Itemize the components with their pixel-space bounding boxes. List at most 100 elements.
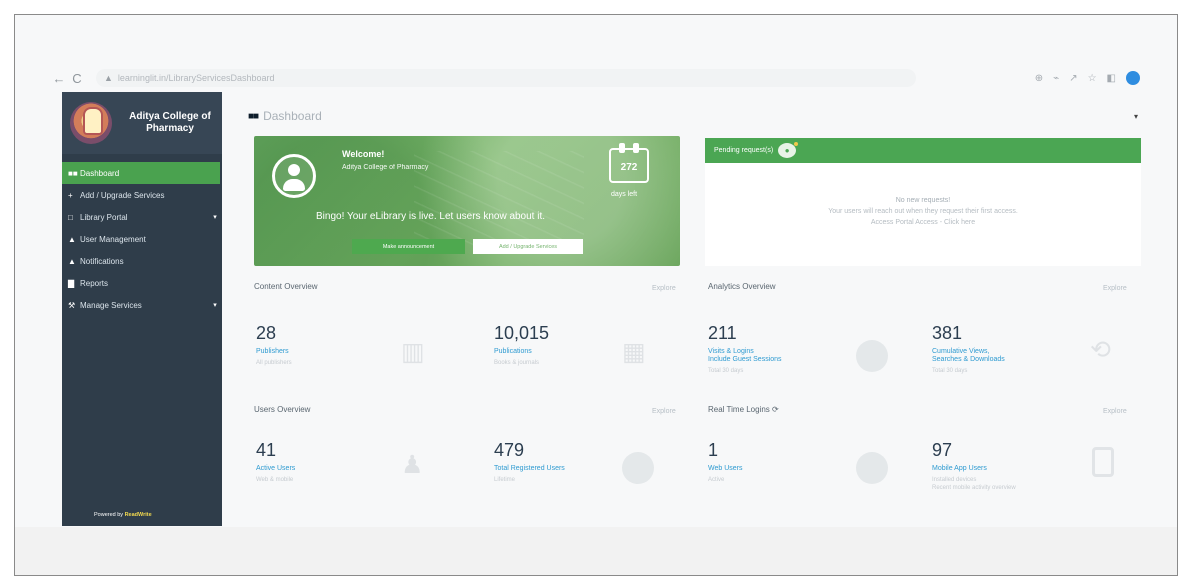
users-overview-explore-link[interactable]: Explore <box>652 408 676 415</box>
stat-value: 381 <box>932 323 963 343</box>
bell-icon: ▲ <box>68 256 76 266</box>
sidebar-item-label: Notifications <box>80 256 124 266</box>
wrench-icon: ⚒ <box>68 300 76 310</box>
pending-message: Your users will reach out when they requ… <box>828 208 1018 215</box>
extension-icon[interactable]: ⌁ <box>1053 73 1059 84</box>
browser-toolbar: ← C ▲ learninglit.in/LibraryServicesDash… <box>50 64 1140 92</box>
sidebar-item-manage-services[interactable]: ⚒ Manage Services ▾ <box>62 294 222 316</box>
location-icon[interactable]: ⊕ <box>1035 73 1043 84</box>
pending-footer-link[interactable]: Access Portal Access - Click here <box>705 217 1141 228</box>
analytics-icon <box>856 340 888 372</box>
live-message: Bingo! Your eLibrary is live. Let users … <box>316 211 546 222</box>
analytics-overview-explore-link[interactable]: Explore <box>1103 285 1127 292</box>
dashboard-content: ■■ Dashboard ▾ Welcome! Aditya College o… <box>248 92 1148 526</box>
pending-empty-state: No new requests! Your users will reach o… <box>705 163 1141 228</box>
sidebar-item-label: Library Portal <box>80 212 128 222</box>
web-globe-icon <box>856 452 888 484</box>
dashboard-icon: ■■ <box>248 110 259 122</box>
stat-label: Cumulative Views, <box>932 348 990 355</box>
registered-users-icon <box>622 452 654 484</box>
browser-actions: ⊕ ⌁ ↗ ☆ ◧ <box>1035 71 1140 85</box>
publisher-building-icon: ▥ <box>401 338 425 366</box>
stat-label-secondary: Searches & Downloads <box>932 356 1005 363</box>
refresh-icon[interactable]: ⟳ <box>772 405 779 414</box>
plus-icon: + <box>68 190 73 200</box>
sidebar-item-reports[interactable]: ▇ Reports <box>62 272 222 294</box>
sidebar-item-add-upgrade-services[interactable]: + Add / Upgrade Services <box>62 184 222 206</box>
college-name: Aditya College of Pharmacy <box>129 111 211 134</box>
stat-subtext-secondary: Recent mobile activity overview <box>932 485 1016 491</box>
real-time-logins-explore-link[interactable]: Explore <box>1103 408 1127 415</box>
pending-requests-title: Pending request(s) <box>714 147 774 154</box>
sidebar: Aditya College of Pharmacy ■■ Dashboard … <box>62 92 222 526</box>
powered-by-brand: ReadWrite <box>124 512 152 518</box>
books-icon: ▦ <box>622 338 646 366</box>
welcome-card: Welcome! Aditya College of Pharmacy 272 … <box>254 136 680 266</box>
share-icon[interactable]: ↗ <box>1069 73 1077 84</box>
days-remaining: 272 <box>620 162 638 173</box>
content-overview-explore-link[interactable]: Explore <box>652 285 676 292</box>
sidebar-item-notifications[interactable]: ▲ Notifications <box>62 250 222 272</box>
mobile-phone-icon <box>1092 447 1114 477</box>
college-logo <box>70 102 112 144</box>
download-icon: ⟲ <box>1090 336 1111 364</box>
sidebar-item-user-management[interactable]: ▲ User Management <box>62 228 222 250</box>
stat-subtext: Total 30 days <box>932 368 968 374</box>
panel-icon[interactable]: ◧ <box>1107 73 1116 84</box>
stat-label-secondary: Include Guest Sessions <box>708 356 782 363</box>
visits-logins-stat[interactable]: 211 Visits & Logins Include Guest Sessio… <box>708 324 878 384</box>
page-title-text: Dashboard <box>263 109 322 123</box>
request-count-icon: ● <box>778 142 799 158</box>
chevron-down-icon[interactable]: ▾ <box>208 301 222 309</box>
sidebar-item-label: Manage Services <box>80 300 142 310</box>
stat-subtext: Active <box>708 477 725 483</box>
stat-subtext: Installed devices <box>932 477 977 483</box>
chevron-down-icon[interactable]: ▾ <box>1134 112 1138 121</box>
monitor-icon: □ <box>68 212 73 222</box>
stat-value: 211 <box>708 323 737 343</box>
welcome-title: Welcome! <box>342 149 385 159</box>
dashboard-icon: ■■ <box>68 168 78 178</box>
users-overview-title: Users Overview <box>254 405 311 414</box>
lock-icon: ▲ <box>104 73 113 83</box>
user-avatar-icon <box>272 154 316 198</box>
calendar-icon: 272 <box>609 143 649 183</box>
chart-icon: ▇ <box>68 278 75 288</box>
stat-subtext: Total 30 days <box>708 368 744 374</box>
bottom-margin <box>15 527 1177 575</box>
content-overview-title: Content Overview <box>254 282 318 291</box>
back-arrow-icon[interactable]: ← <box>50 71 68 86</box>
star-icon[interactable]: ☆ <box>1088 73 1097 84</box>
real-time-logins-title: Real Time Logins ⟳ <box>708 405 779 414</box>
analytics-overview-title: Analytics Overview <box>708 282 776 291</box>
days-left-label: days left <box>611 191 638 198</box>
user-icon: ▲ <box>68 234 76 244</box>
stat-label: Visits & Logins <box>708 348 754 355</box>
no-requests-text: No new requests! <box>895 197 951 204</box>
profile-icon[interactable] <box>1126 71 1140 85</box>
sidebar-item-label: Add / Upgrade Services <box>80 190 165 200</box>
welcome-college: Aditya College of Pharmacy <box>342 164 429 171</box>
powered-by-label: Powered by <box>94 512 124 518</box>
address-bar[interactable]: ▲ learninglit.in/LibraryServicesDashboar… <box>96 69 916 87</box>
pending-requests-card: Pending request(s) ● No new requests! Yo… <box>705 138 1141 266</box>
reload-icon[interactable]: C <box>68 71 86 86</box>
real-time-logins-text: Real Time Logins <box>708 405 770 414</box>
pending-requests-header: Pending request(s) ● <box>705 138 1141 163</box>
stat-label: Web Users <box>708 465 743 472</box>
active-users-icon: ♟ <box>401 451 424 479</box>
sidebar-item-label: Reports <box>80 278 109 288</box>
page-title: ■■ Dashboard <box>248 109 322 123</box>
stat-value: 1 <box>708 440 719 460</box>
web-users-stat[interactable]: 1 Web Users Active <box>708 441 878 501</box>
add-upgrade-services-button[interactable]: Add / Upgrade Services <box>473 239 583 254</box>
sidebar-brand: Aditya College of Pharmacy <box>62 92 222 154</box>
url-text: learninglit.in/LibraryServicesDashboard <box>117 73 275 83</box>
make-announcement-button[interactable]: Make announcement <box>352 239 465 254</box>
photo-frame: ← C ▲ learninglit.in/LibraryServicesDash… <box>0 0 1192 585</box>
views-searches-downloads-stat[interactable]: 381 Cumulative Views, Searches & Downloa… <box>932 324 1102 384</box>
sidebar-item-dashboard[interactable]: ■■ Dashboard <box>62 162 220 184</box>
sidebar-item-label: Dashboard <box>80 168 120 178</box>
sidebar-item-library-portal[interactable]: □ Library Portal ▾ <box>62 206 222 228</box>
chevron-down-icon[interactable]: ▾ <box>208 213 222 221</box>
